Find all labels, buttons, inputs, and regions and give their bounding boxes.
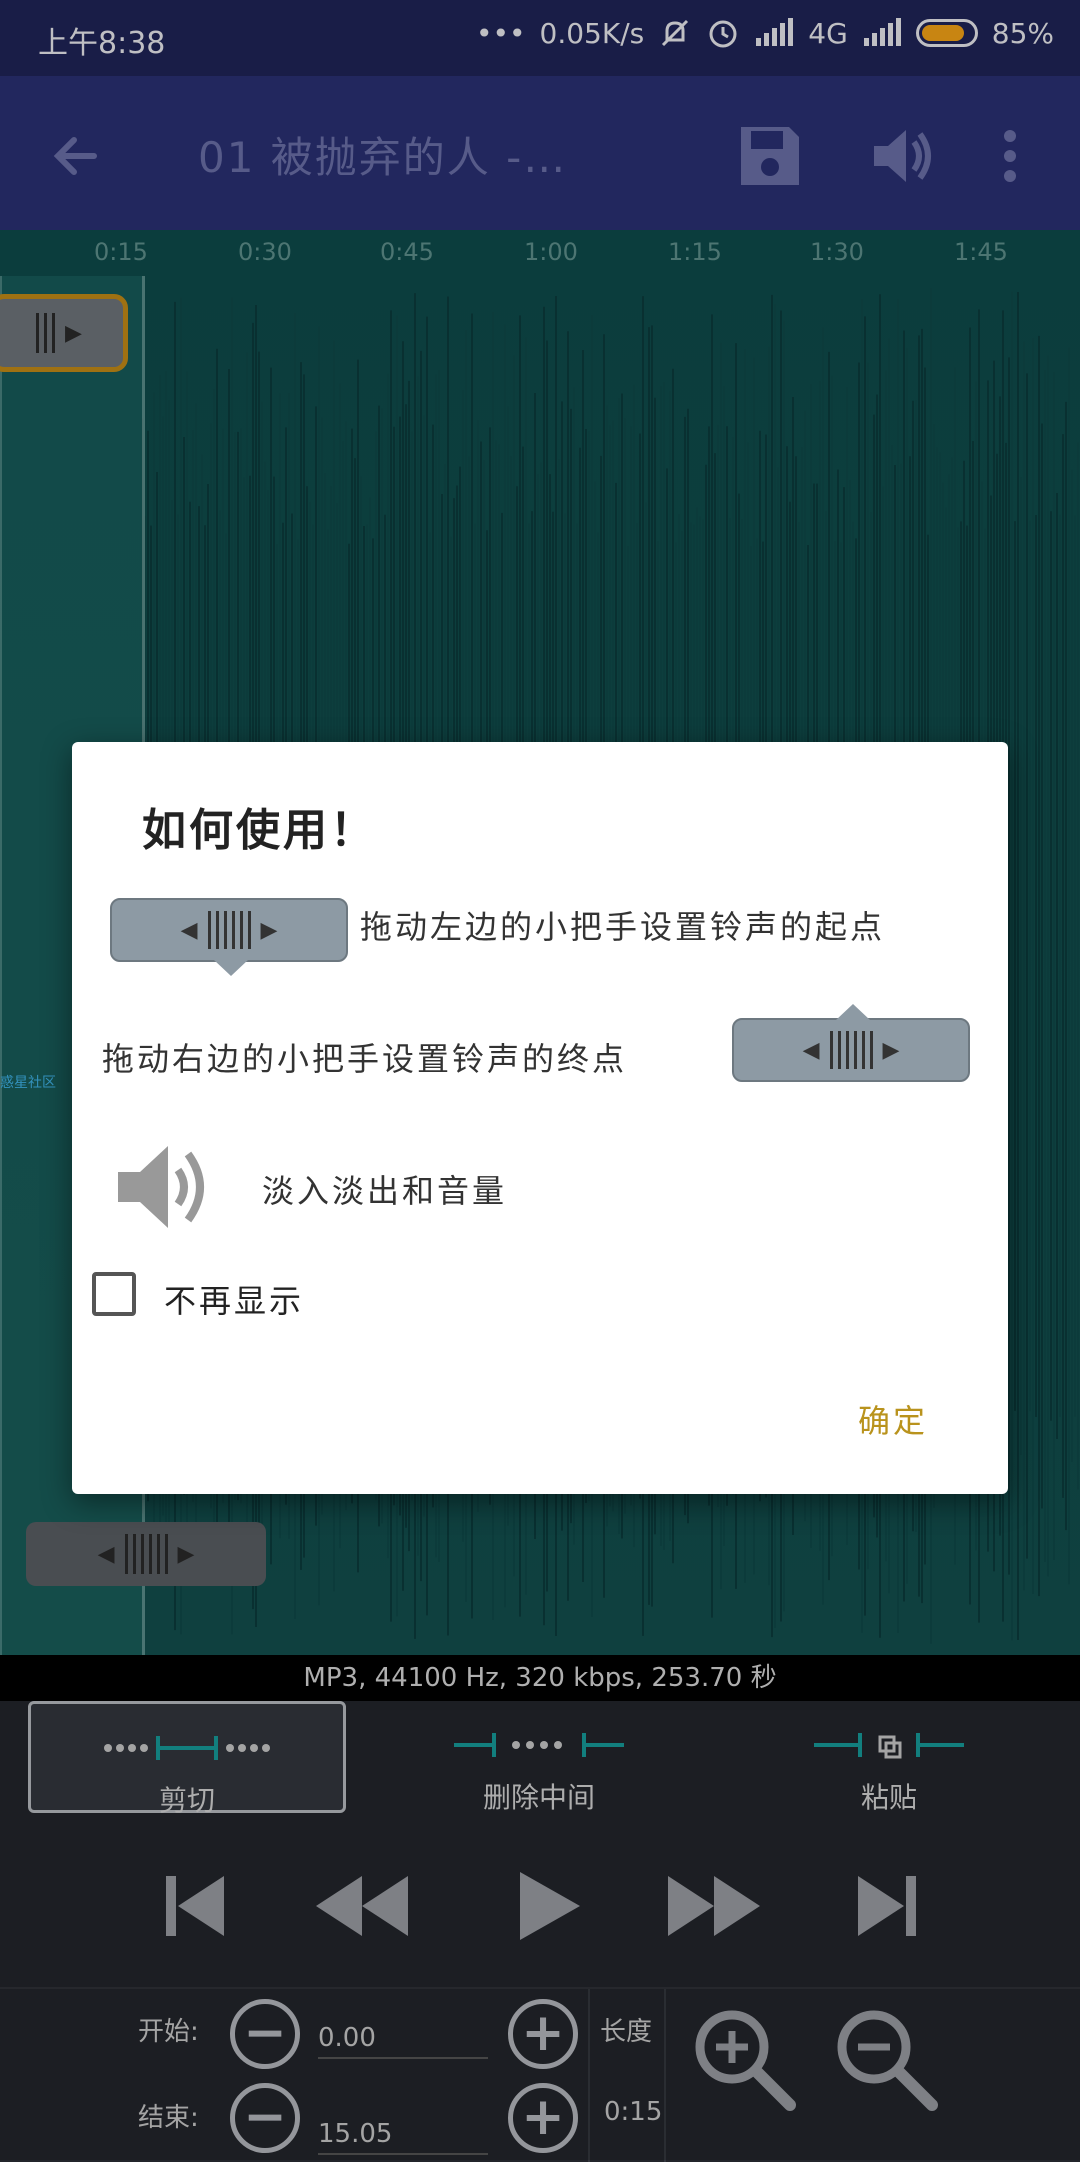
start-handle-illustration: ◀ ▶ — [110, 898, 348, 976]
how-to-use-dialog: 如何使用！ ◀ ▶ 拖动左边的小把手设置铃声的起点 拖动右边的小把手设置铃声的终… — [72, 742, 1008, 1494]
pointer-up-icon — [836, 1004, 870, 1020]
volume-hint: 淡入淡出和音量 — [262, 1172, 508, 1210]
dont-show-checkbox[interactable] — [92, 1272, 136, 1316]
arrow-left-small-icon: ◀ — [180, 917, 198, 943]
pointer-down-icon — [214, 960, 248, 976]
ok-button[interactable]: 确定 — [858, 1396, 928, 1442]
end-handle-illustration: ◀ ▶ — [732, 1004, 970, 1082]
arrow-right-small-icon: ▶ — [882, 1037, 900, 1063]
speaker-icon — [118, 1146, 204, 1228]
end-hint: 拖动右边的小把手设置铃声的终点 — [102, 1040, 628, 1078]
dont-show-label: 不再显示 — [164, 1282, 305, 1320]
arrow-right-small-icon: ▶ — [260, 917, 278, 943]
dialog-title: 如何使用！ — [142, 805, 377, 856]
start-hint: 拖动左边的小把手设置铃声的起点 — [360, 908, 886, 946]
arrow-left-small-icon: ◀ — [802, 1037, 820, 1063]
